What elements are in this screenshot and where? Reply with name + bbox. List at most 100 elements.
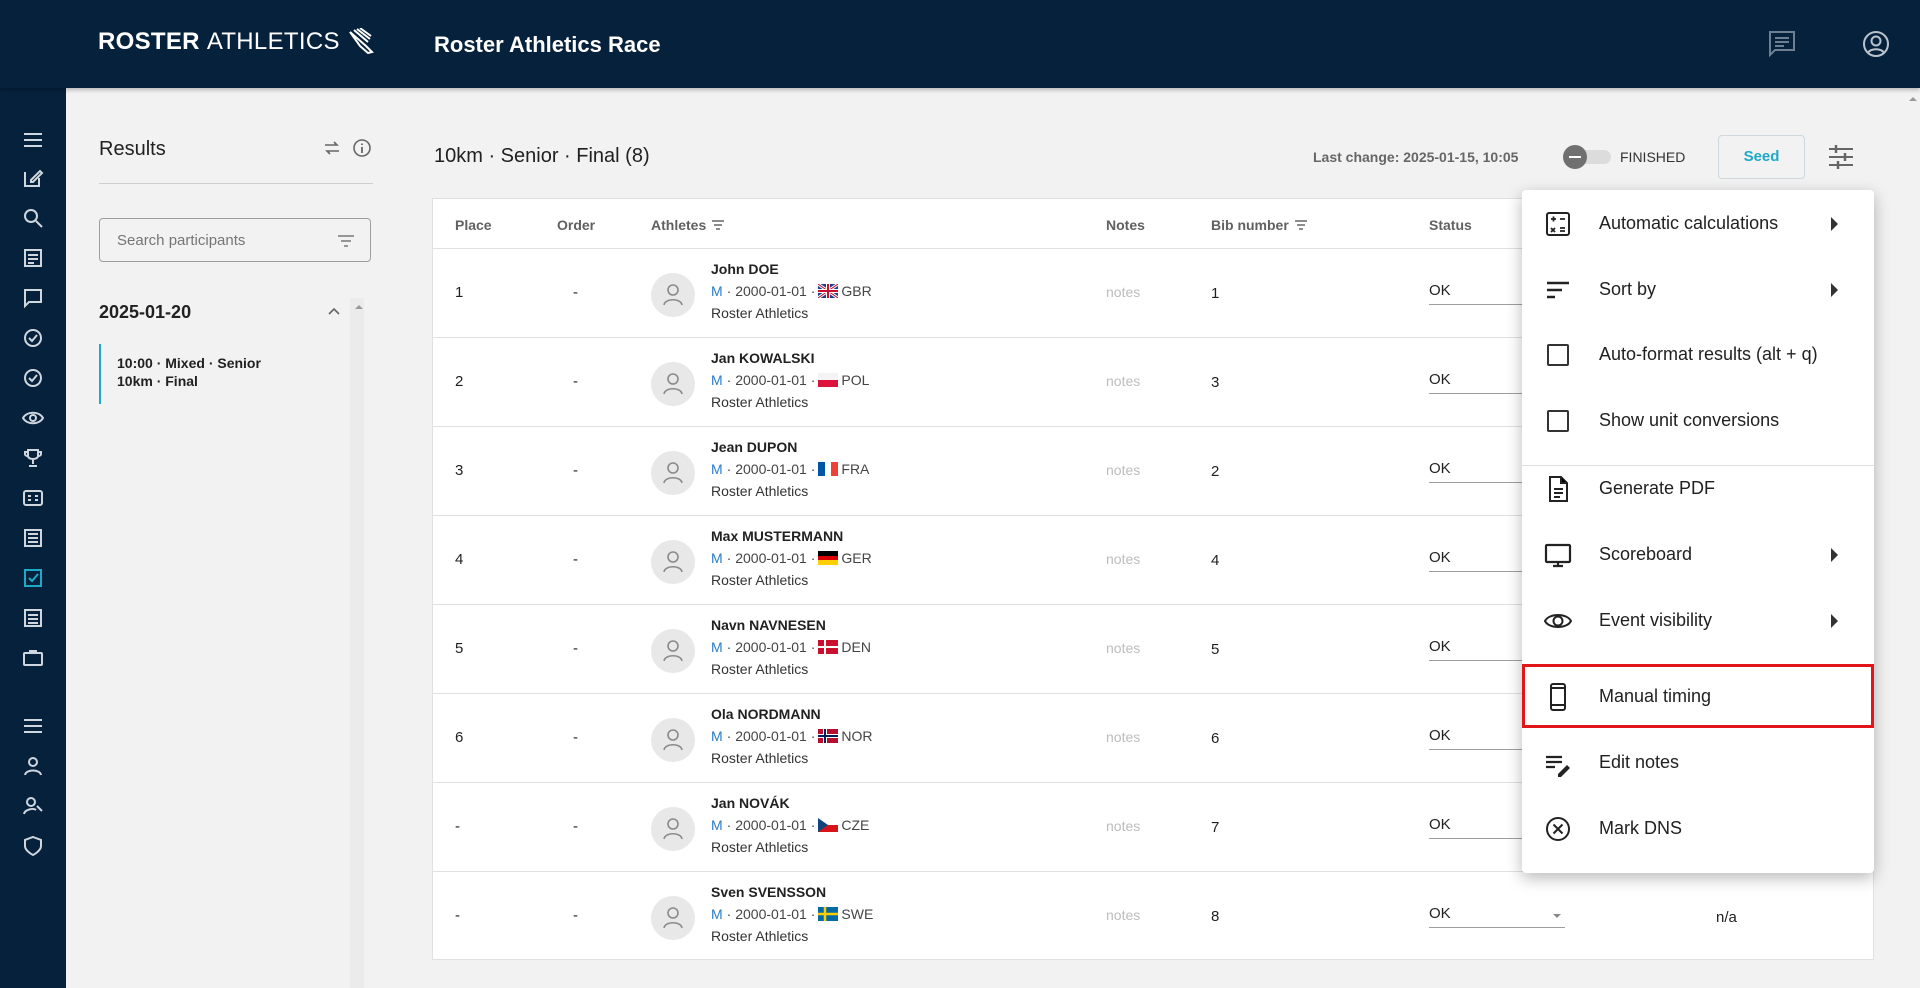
check-circle-outline-icon[interactable] [21,366,45,390]
status-select[interactable]: OK [1429,905,1565,928]
person-key-icon[interactable] [21,794,45,818]
scroll-up-arrow-icon[interactable] [1908,94,1918,104]
bib-number[interactable]: 4 [1211,552,1219,569]
sort-filter-icon[interactable] [1294,219,1308,231]
bib-number[interactable]: 7 [1211,819,1219,836]
finished-toggle[interactable] [1563,145,1613,169]
athlete-sex: M [711,728,723,744]
tune-settings-icon[interactable] [1826,142,1856,172]
panel-scrollbar[interactable] [350,298,364,988]
bib-number[interactable]: 6 [1211,730,1219,747]
list-icon[interactable] [21,246,45,270]
message-icon[interactable] [21,286,45,310]
order-cell: - [573,818,578,835]
left-navigation [0,88,66,988]
date-header[interactable]: 2025-01-20 [99,302,191,323]
search-placeholder: Search participants [117,232,246,249]
briefcase-icon[interactable] [21,646,45,670]
athlete-name[interactable]: Navn NAVNESEN [711,617,826,633]
column-header-athletes[interactable]: Athletes [651,217,725,233]
options-menu: Automatic calculations Sort by Auto-format… [1522,190,1874,873]
avatar [651,896,695,940]
athlete-sex: M [711,283,723,299]
athlete-club: Roster Athletics [711,928,809,944]
notes-field[interactable]: notes [1106,818,1140,834]
logo[interactable]: ROSTER ATHLETICS [98,28,376,56]
order-cell: - [573,373,578,390]
search-icon[interactable] [21,206,45,230]
menu-item-event-visibility[interactable]: Event visibility [1522,588,1874,652]
shield-icon[interactable] [21,834,45,858]
bib-number[interactable]: 8 [1211,908,1219,925]
chevron-up-icon[interactable] [326,304,342,320]
athlete-name[interactable]: Jan NOVÁK [711,795,790,811]
list-box-icon[interactable] [21,526,45,550]
checkbox-icon [1544,407,1572,435]
scoreboard-icon[interactable] [21,486,45,510]
order-cell: - [573,907,578,924]
athlete-meta: M · 2000-01-01 · NOR [711,728,873,744]
info-icon[interactable] [352,138,372,158]
filter-icon[interactable] [336,231,356,251]
submenu-arrow-icon [1831,614,1838,628]
swap-icon[interactable] [322,138,342,158]
status-value: OK [1429,816,1451,833]
bib-number[interactable]: 5 [1211,641,1219,658]
page-scrollbar[interactable] [1906,88,1920,988]
notes-field[interactable]: notes [1106,373,1140,389]
sort-filter-icon[interactable] [711,219,725,231]
notes-field[interactable]: notes [1106,551,1140,567]
account-icon[interactable] [1860,28,1892,60]
menu-item-label: Sort by [1599,279,1657,299]
event-item[interactable]: 10:00 · Mixed · Senior 10km · Final [99,344,341,404]
menu-secondary-icon[interactable] [21,714,45,738]
athlete-name[interactable]: Jean DUPON [711,439,797,455]
person-icon [663,284,683,306]
menu-item-mark-dns[interactable]: Mark DNS [1522,796,1874,860]
place-cell: - [455,818,460,835]
bib-number[interactable]: 1 [1211,285,1219,302]
checkbox-icon [1544,341,1572,369]
person-icon[interactable] [21,754,45,778]
page-title: 10km · Senior · Final (8) [434,145,650,167]
menu-icon[interactable] [21,128,45,152]
flag-icon [818,551,839,565]
check-circle-icon[interactable] [21,326,45,350]
athlete-club: Roster Athletics [711,839,809,855]
submenu-arrow-icon [1831,283,1838,297]
avatar [651,718,695,762]
menu-item-automatic-calculations[interactable]: Automatic calculations [1522,191,1874,255]
athlete-name[interactable]: Jan KOWALSKI [711,350,814,366]
eye-icon[interactable] [21,406,45,430]
menu-item-auto-format-results-alt-q[interactable]: Auto-format results (alt + q) [1522,322,1874,386]
results-icon[interactable] [21,566,45,590]
scroll-up-arrow-icon[interactable] [354,302,364,312]
athlete-name[interactable]: Ola NORDMANN [711,706,821,722]
table-row[interactable]: - - Sven SVENSSON M · 2000-01-01 · SWE Roster … [433,871,1873,961]
seed-button[interactable]: Seed [1718,135,1805,179]
chat-icon[interactable] [1766,28,1798,60]
notes-field[interactable]: notes [1106,462,1140,478]
athlete-name[interactable]: John DOE [711,261,779,277]
notes-field[interactable]: notes [1106,907,1140,923]
document-list-icon[interactable] [21,606,45,630]
column-header-bib[interactable]: Bib number [1211,217,1308,233]
menu-item-label: Scoreboard [1599,544,1693,564]
menu-item-manual-timing[interactable]: Manual timing [1522,664,1874,728]
menu-item-show-unit-conversions[interactable]: Show unit conversions [1522,388,1874,452]
notes-field[interactable]: notes [1106,640,1140,656]
bib-number[interactable]: 3 [1211,374,1219,391]
notes-field[interactable]: notes [1106,284,1140,300]
bib-number[interactable]: 2 [1211,463,1219,480]
search-participants-input[interactable]: Search participants [99,218,371,262]
edit-icon[interactable] [21,166,45,190]
menu-item-generate-pdf[interactable]: Generate PDF [1522,456,1874,520]
trophy-icon[interactable] [21,446,45,470]
menu-item-edit-notes[interactable]: Edit notes [1522,730,1874,794]
athlete-name[interactable]: Max MUSTERMANN [711,528,843,544]
athlete-name[interactable]: Sven SVENSSON [711,884,826,900]
athlete-sex: M [711,372,723,388]
menu-item-scoreboard[interactable]: Scoreboard [1522,522,1874,586]
notes-field[interactable]: notes [1106,729,1140,745]
menu-item-sort-by[interactable]: Sort by [1522,257,1874,321]
